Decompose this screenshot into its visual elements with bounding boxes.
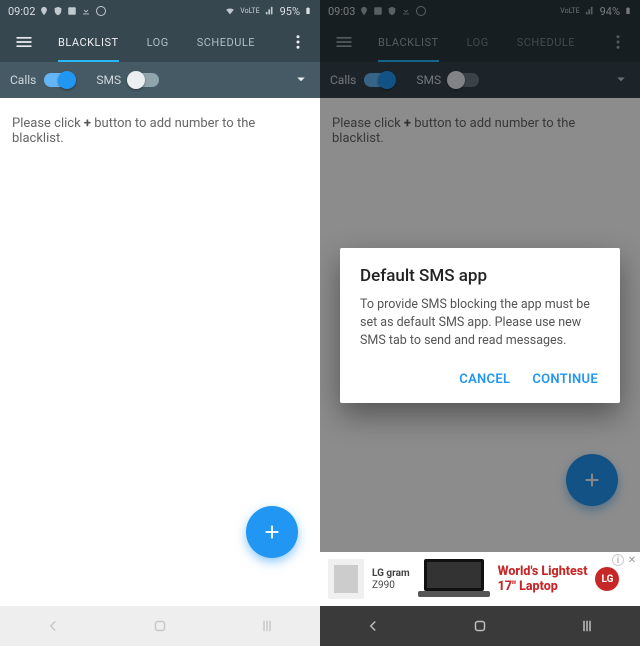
badge-icon (95, 5, 107, 17)
nav-recents-button[interactable] (557, 617, 617, 635)
nav-recents-button[interactable] (237, 617, 297, 635)
ad-brand-line: LG gram (372, 568, 410, 579)
dialog-title: Default SMS app (360, 266, 600, 286)
ad-banner[interactable]: LG gram Z990 World's Lightest 17" Laptop… (320, 552, 640, 606)
screenshot-right: 09:03 VoLTE 94% BLACKLIST LOG SCHED (320, 0, 640, 646)
sms-label: SMS (96, 73, 121, 87)
calls-toggle[interactable] (44, 73, 74, 87)
battery-text: 95% (280, 5, 300, 18)
plus-icon: + (84, 116, 91, 131)
ad-laptop-image (418, 557, 490, 601)
ad-product-image (328, 559, 364, 599)
android-nav-bar (0, 606, 320, 646)
ad-headline: World's Lightest 17" Laptop (498, 564, 588, 594)
calls-label: Calls (10, 73, 36, 87)
filter-toggle-bar: Calls SMS (0, 62, 320, 98)
tab-label: SCHEDULE (197, 36, 255, 49)
volte-icon: VoLTE (240, 7, 259, 15)
nav-back-button[interactable] (23, 617, 83, 635)
nav-home-button[interactable] (450, 617, 510, 635)
ad-headline-line: 17" Laptop (498, 579, 588, 594)
ad-logo: LG (595, 567, 619, 591)
status-bar: 09:02 (0, 0, 320, 22)
signal-icon (264, 6, 276, 16)
download-icon (81, 6, 91, 16)
location-icon (39, 6, 49, 16)
tab-schedule[interactable]: SCHEDULE (183, 22, 269, 62)
dialog-body: To provide SMS blocking the app must be … (360, 296, 600, 350)
content-area: Please click + button to add number to t… (0, 98, 320, 606)
tab-label: BLACKLIST (58, 36, 119, 49)
dialog-cancel-button[interactable]: CANCEL (457, 366, 512, 393)
default-sms-dialog: Default SMS app To provide SMS blocking … (340, 248, 620, 403)
shield-icon (53, 6, 63, 16)
nav-home-button[interactable] (130, 617, 190, 635)
wifi-icon (224, 6, 236, 16)
android-nav-bar (320, 606, 640, 646)
tab-label: LOG (147, 36, 169, 49)
ad-headline-line: World's Lightest (498, 564, 588, 579)
status-time: 09:02 (8, 5, 35, 18)
battery-icon (304, 5, 312, 17)
add-fab[interactable] (246, 506, 298, 558)
sms-toggle[interactable] (129, 73, 159, 87)
chevron-down-icon[interactable] (292, 70, 310, 91)
menu-button[interactable] (4, 22, 44, 62)
hint-text: Please click (12, 116, 84, 131)
tab-log[interactable]: LOG (133, 22, 183, 62)
app-bar: BLACKLIST LOG SCHEDULE (0, 22, 320, 62)
overflow-menu-button[interactable] (280, 22, 316, 62)
image-icon (67, 6, 77, 16)
empty-hint: Please click + button to add number to t… (12, 116, 308, 146)
ad-brand: LG gram Z990 (372, 568, 410, 591)
ad-info-icon[interactable]: i (612, 554, 624, 566)
nav-back-button[interactable] (343, 617, 403, 635)
ad-brand-line: Z990 (372, 580, 410, 591)
ad-close-icon[interactable]: ✕ (626, 554, 638, 566)
dialog-continue-button[interactable]: CONTINUE (530, 366, 600, 393)
screenshot-left: 09:02 (0, 0, 320, 646)
tab-blacklist[interactable]: BLACKLIST (44, 22, 133, 62)
